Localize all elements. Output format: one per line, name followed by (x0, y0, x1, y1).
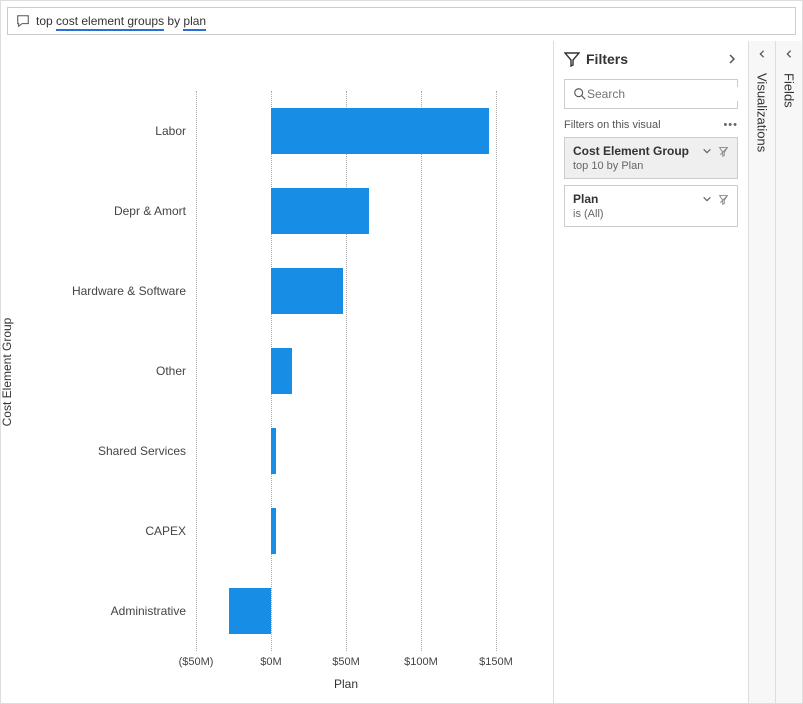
clear-filter-icon[interactable] (718, 146, 729, 157)
filters-section-header: Filters on this visual ••• (564, 119, 738, 131)
fields-rail[interactable]: Fields (775, 41, 802, 703)
filter-card-title: Cost Element Group (573, 144, 689, 158)
bar[interactable] (271, 108, 489, 154)
filter-search[interactable] (564, 79, 738, 109)
bar[interactable] (271, 188, 369, 234)
category-label: Administrative (56, 604, 186, 618)
category-label: Other (56, 364, 186, 378)
query-prefix: top (36, 14, 56, 28)
filter-card-subtitle: is (All) (573, 208, 729, 220)
x-tick-label: $100M (404, 656, 438, 668)
body: Cost Element Group Plan ($50M) $0M $50M $10… (1, 41, 802, 703)
filter-icon (564, 51, 580, 67)
clear-filter-icon[interactable] (718, 194, 729, 205)
gridline (196, 91, 197, 651)
x-tick-label: $0M (260, 656, 281, 668)
app-window: top cost element groups by plan Cost Ele… (0, 0, 803, 704)
category-label: Hardware & Software (56, 284, 186, 298)
filter-card-subtitle: top 10 by Plan (573, 160, 729, 172)
filters-title: Filters (586, 51, 628, 67)
x-tick-label: ($50M) (179, 656, 214, 668)
query-bar[interactable]: top cost element groups by plan (7, 7, 796, 35)
bar[interactable] (271, 268, 343, 314)
category-label: CAPEX (56, 524, 186, 538)
search-icon (573, 87, 587, 101)
gridline (346, 91, 347, 651)
gridline (496, 91, 497, 651)
chevron-left-icon[interactable] (784, 49, 794, 59)
chevron-down-icon[interactable] (702, 194, 712, 205)
visualizations-rail[interactable]: Visualizations (748, 41, 775, 703)
bar[interactable] (271, 428, 276, 474)
more-icon[interactable]: ••• (723, 119, 738, 131)
bar[interactable] (271, 508, 276, 554)
category-label: Depr & Amort (56, 204, 186, 218)
chevron-down-icon[interactable] (702, 146, 712, 157)
x-axis-title: Plan (334, 677, 358, 691)
filters-header: Filters (564, 51, 738, 67)
gridline (421, 91, 422, 651)
category-label: Labor (56, 124, 186, 138)
filters-section-label: Filters on this visual (564, 119, 661, 131)
x-tick-label: $150M (479, 656, 513, 668)
query-underlined-2: plan (183, 14, 206, 31)
filter-card[interactable]: Cost Element Group top 10 by Plan (564, 137, 738, 179)
category-label: Shared Services (56, 444, 186, 458)
plot: Plan ($50M)$0M$50M$100M$150MLaborDepr & … (56, 91, 506, 671)
rail-label-fields: Fields (782, 73, 797, 108)
filters-title-row: Filters (564, 51, 628, 67)
query-text: top cost element groups by plan (36, 14, 206, 28)
chat-icon (16, 14, 30, 28)
chevron-left-icon[interactable] (757, 49, 767, 59)
bar[interactable] (271, 348, 292, 394)
query-underlined-1: cost element groups (56, 14, 164, 31)
filters-pane: Filters Filters on this visual ••• Cost … (553, 41, 748, 703)
query-middle: by (164, 14, 183, 28)
plot-inner (196, 91, 496, 651)
chart-area: Cost Element Group Plan ($50M) $0M $50M $10… (1, 41, 553, 703)
filter-search-input[interactable] (587, 87, 742, 101)
bar[interactable] (229, 588, 271, 634)
filter-card-title: Plan (573, 192, 598, 206)
x-tick-label: $50M (332, 656, 360, 668)
y-axis-title: Cost Element Group (1, 318, 14, 427)
expand-pane-icon[interactable] (726, 53, 738, 65)
filter-card[interactable]: Plan is (All) (564, 185, 738, 227)
rail-label-visualizations: Visualizations (755, 73, 770, 152)
